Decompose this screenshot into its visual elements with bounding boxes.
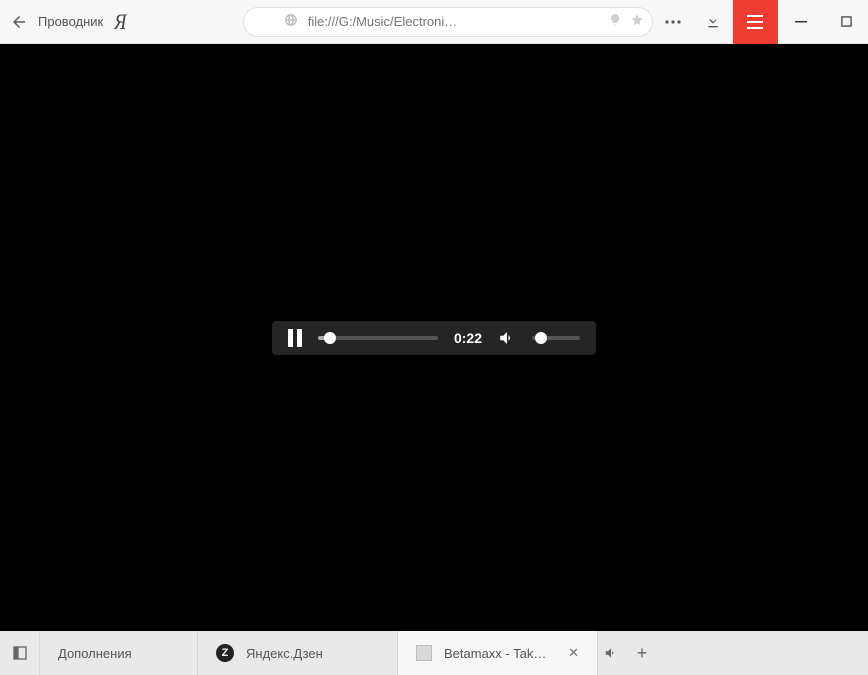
tab-close-icon[interactable]: ✕ <box>560 645 579 661</box>
yandex-logo[interactable]: Я <box>114 9 126 35</box>
topbar-right <box>653 0 868 43</box>
favicon-placeholder <box>416 645 432 661</box>
minimize-button[interactable] <box>778 0 824 44</box>
new-tab-button[interactable]: + <box>624 631 660 675</box>
active-tab-label: Betamaxx - Take Me B <box>444 646 548 661</box>
more-icon[interactable] <box>653 0 693 44</box>
media-viewport: 0:22 <box>0 44 868 631</box>
zen-label: Яндекс.Дзен <box>246 646 323 661</box>
url-text: file:///G:/Music/Electroni… <box>308 14 458 29</box>
addons-tab[interactable]: Дополнения <box>40 631 198 675</box>
download-icon[interactable] <box>693 0 733 44</box>
address-tail <box>652 8 653 37</box>
seek-thumb[interactable] <box>324 332 336 344</box>
globe-icon <box>284 13 298 30</box>
volume-slider[interactable] <box>532 336 580 340</box>
zen-icon: Z <box>216 644 234 662</box>
star-icon[interactable] <box>630 13 644 30</box>
volume-icon[interactable] <box>498 329 516 347</box>
volume-thumb[interactable] <box>535 332 547 344</box>
pause-button[interactable] <box>288 329 302 347</box>
browser-topbar: Проводник Я file:///G:/Music/Electroni… <box>0 0 868 44</box>
address-right-icons <box>608 13 644 30</box>
active-tab[interactable]: Betamaxx - Take Me B ✕ <box>398 631 598 675</box>
address-bar[interactable]: file:///G:/Music/Electroni… <box>243 7 653 37</box>
seek-slider[interactable] <box>318 336 438 340</box>
menu-button[interactable] <box>733 0 778 44</box>
bottom-tabstrip: Дополнения Z Яндекс.Дзен Betamaxx - Take… <box>0 631 868 675</box>
address-bar-wrap: file:///G:/Music/Electroni… <box>243 7 653 37</box>
maximize-button[interactable] <box>824 0 868 44</box>
origin-label: Проводник <box>38 14 103 29</box>
media-player-controls: 0:22 <box>272 321 596 355</box>
current-time: 0:22 <box>454 330 482 346</box>
addons-label: Дополнения <box>58 646 132 661</box>
topbar-left: Проводник Я <box>0 9 128 35</box>
back-icon[interactable] <box>10 13 28 31</box>
bulb-icon[interactable] <box>608 13 622 30</box>
zen-tab[interactable]: Z Яндекс.Дзен <box>198 631 398 675</box>
window-controls <box>778 0 868 44</box>
tab-sound-icon[interactable] <box>598 631 624 675</box>
panel-toggle[interactable] <box>0 631 40 675</box>
